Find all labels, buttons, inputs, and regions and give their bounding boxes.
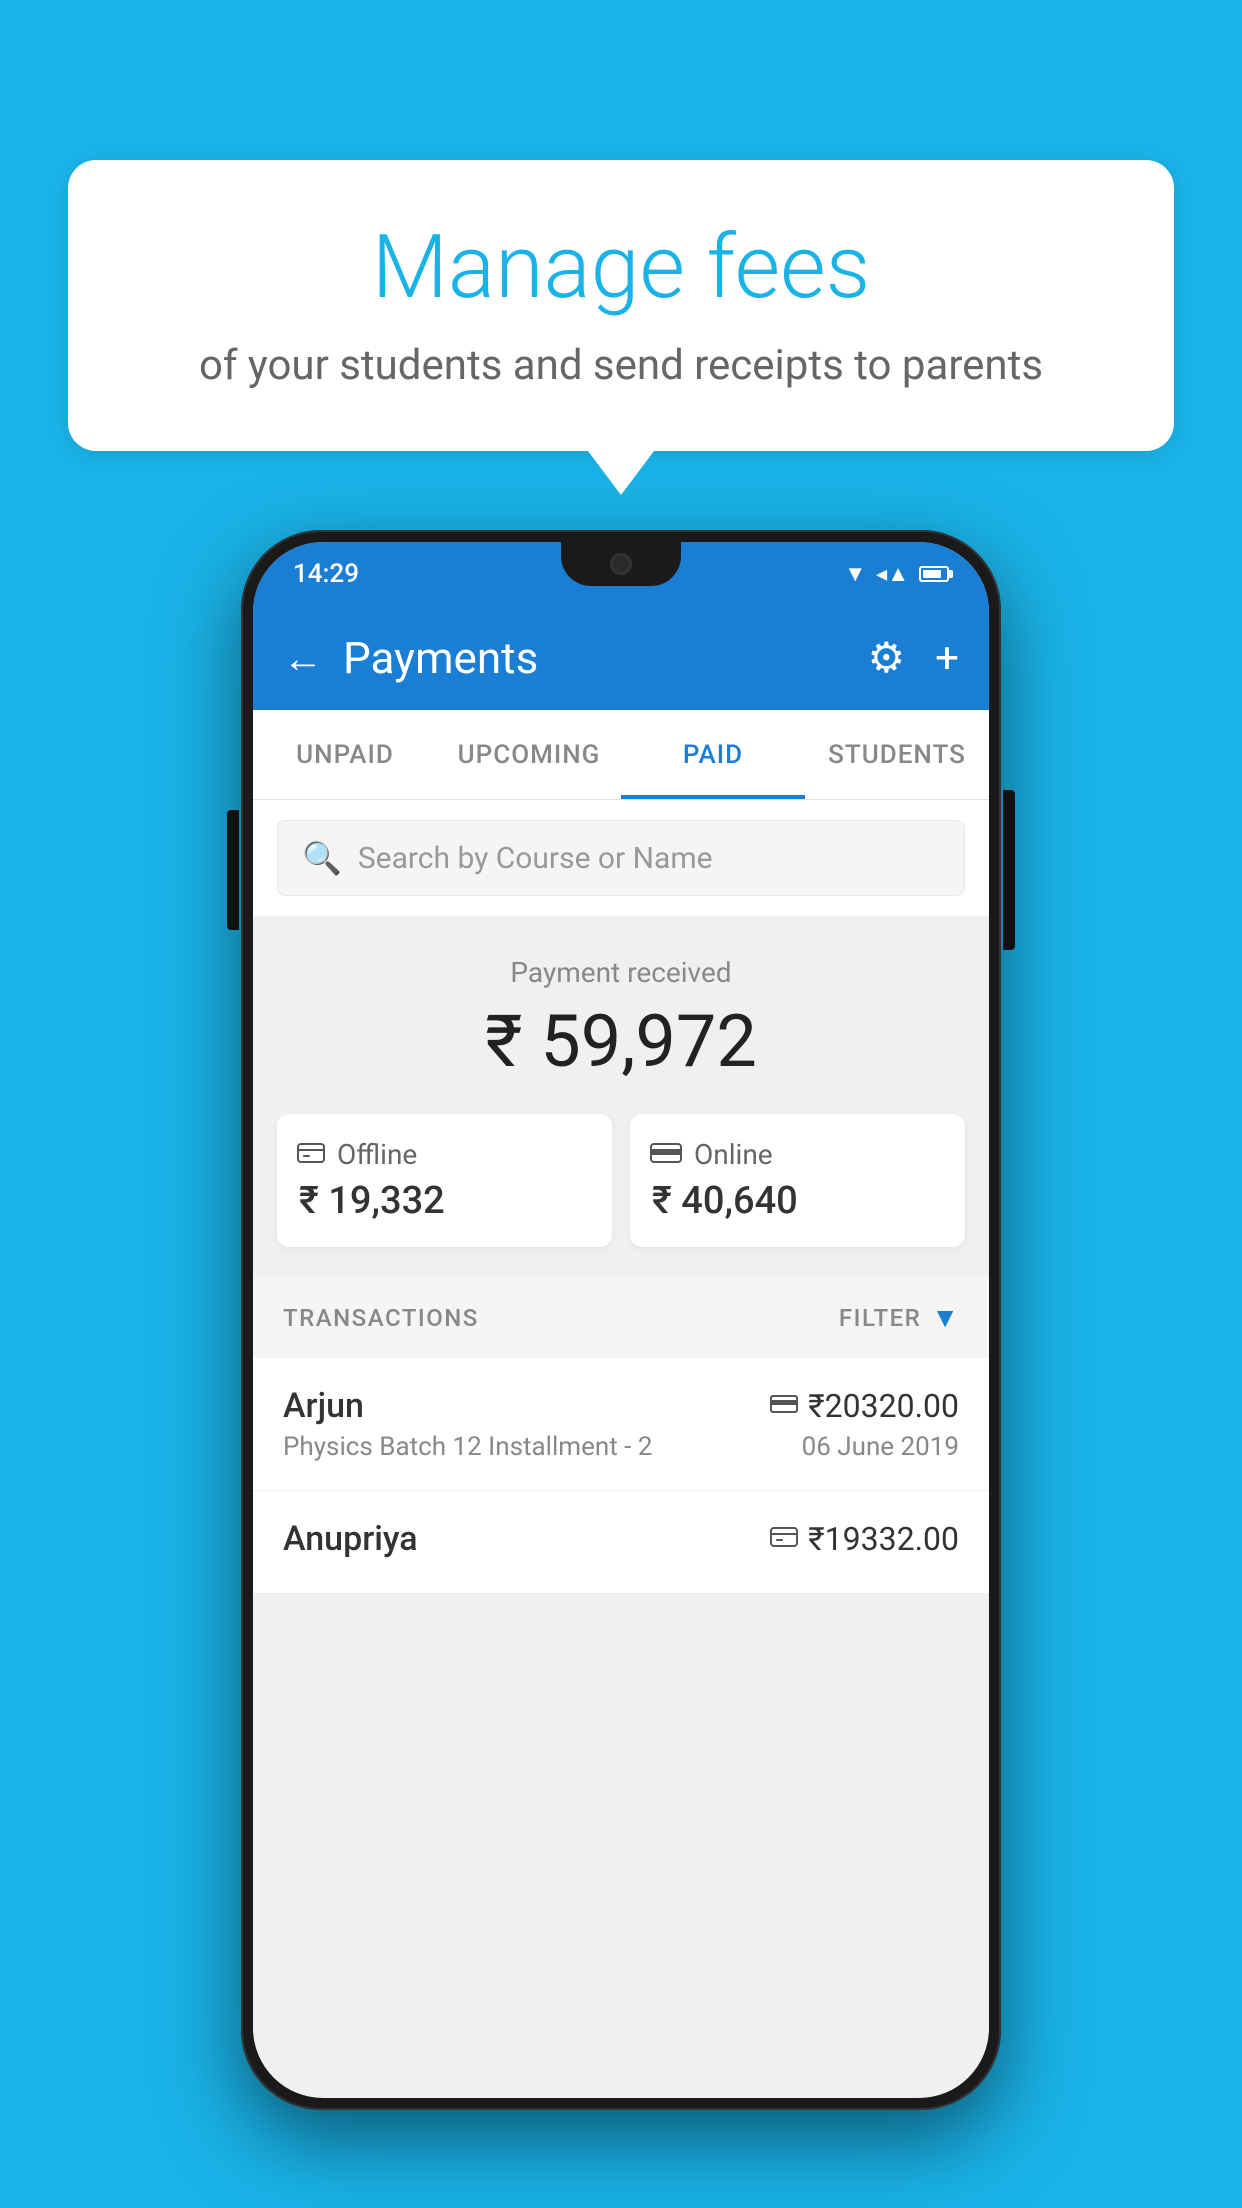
online-icon <box>650 1140 682 1170</box>
speech-bubble: Manage fees of your students and send re… <box>68 160 1174 451</box>
status-time: 14:29 <box>293 559 359 589</box>
battery-icon <box>919 566 949 582</box>
transaction-name-1: Arjun <box>283 1386 364 1426</box>
tab-students[interactable]: STUDENTS <box>805 710 989 799</box>
transaction-amount-1: ₹20320.00 <box>808 1387 959 1425</box>
transaction-amount-2: ₹19332.00 <box>808 1520 959 1558</box>
offline-label: Offline <box>337 1138 417 1171</box>
online-label: Online <box>694 1138 773 1171</box>
tab-unpaid[interactable]: UNPAID <box>253 710 437 799</box>
phone-mockup: 14:29 ▼ ◂▲ ← Payments <box>241 530 1001 2110</box>
payment-cards: Offline ₹ 19,332 Online ₹ 40,640 <box>277 1114 965 1247</box>
app-bar: ← Payments ⚙ + <box>253 606 989 710</box>
offline-card-header: Offline <box>297 1138 592 1171</box>
tab-paid[interactable]: PAID <box>621 710 805 799</box>
filter-icon: ▼ <box>931 1301 959 1334</box>
app-bar-actions: ⚙ + <box>868 633 960 683</box>
filter-label: FILTER <box>839 1304 921 1332</box>
settings-button[interactable]: ⚙ <box>868 633 906 683</box>
add-button[interactable]: + <box>935 634 959 683</box>
transaction-detail-row-1: Physics Batch 12 Installment - 2 06 June… <box>283 1432 959 1462</box>
offline-payment-card: Offline ₹ 19,332 <box>277 1114 612 1247</box>
online-payment-card: Online ₹ 40,640 <box>630 1114 965 1247</box>
search-section: 🔍 Search by Course or Name <box>253 800 989 916</box>
signal-icon: ◂▲ <box>876 561 909 587</box>
transactions-label: TRANSACTIONS <box>283 1304 479 1332</box>
online-card-header: Online <box>650 1138 945 1171</box>
transaction-item-anupriya[interactable]: Anupriya ₹19332.00 <box>253 1491 989 1594</box>
app-bar-left: ← Payments <box>283 632 538 684</box>
offline-amount: ₹ 19,332 <box>297 1179 592 1223</box>
back-button[interactable]: ← <box>283 635 323 682</box>
transaction-type-icon-2 <box>770 1524 798 1554</box>
filter-container[interactable]: FILTER ▼ <box>839 1301 959 1334</box>
transaction-name-2: Anupriya <box>283 1519 418 1559</box>
status-icons: ▼ ◂▲ <box>844 561 949 587</box>
offline-icon <box>297 1140 325 1170</box>
bubble-title: Manage fees <box>128 220 1114 317</box>
speech-bubble-section: Manage fees of your students and send re… <box>68 160 1174 451</box>
online-amount: ₹ 40,640 <box>650 1179 945 1223</box>
phone-inner: 14:29 ▼ ◂▲ ← Payments <box>253 542 989 2098</box>
search-input[interactable]: Search by Course or Name <box>358 841 713 876</box>
transaction-date-1: 06 June 2019 <box>802 1432 959 1462</box>
transaction-amount-container-2: ₹19332.00 <box>770 1520 959 1558</box>
transaction-type-icon-1 <box>770 1391 798 1421</box>
tabs: UNPAID UPCOMING PAID STUDENTS <box>253 710 989 800</box>
transaction-row-top: Arjun ₹20320.00 <box>283 1386 959 1426</box>
payment-received-label: Payment received <box>277 956 965 989</box>
transaction-amount-container-1: ₹20320.00 <box>770 1387 959 1425</box>
bubble-subtitle: of your students and send receipts to pa… <box>128 337 1114 396</box>
transaction-row-top-2: Anupriya ₹19332.00 <box>283 1519 959 1559</box>
wifi-icon: ▼ <box>844 561 866 587</box>
tab-upcoming[interactable]: UPCOMING <box>437 710 621 799</box>
search-bar[interactable]: 🔍 Search by Course or Name <box>277 820 965 896</box>
transaction-course-1: Physics Batch 12 Installment - 2 <box>283 1432 652 1462</box>
search-icon: 🔍 <box>302 839 342 877</box>
transaction-item-arjun[interactable]: Arjun ₹20320.00 Physics Batch 12 Install… <box>253 1358 989 1491</box>
payment-total-amount: ₹ 59,972 <box>277 999 965 1084</box>
summary-section: Payment received ₹ 59,972 Offline ₹ 19,3… <box>253 916 989 1277</box>
transactions-header: TRANSACTIONS FILTER ▼ <box>253 1277 989 1358</box>
camera <box>610 553 632 575</box>
phone-notch <box>561 542 681 586</box>
phone-outer: 14:29 ▼ ◂▲ ← Payments <box>241 530 1001 2110</box>
app-bar-title: Payments <box>343 632 538 684</box>
